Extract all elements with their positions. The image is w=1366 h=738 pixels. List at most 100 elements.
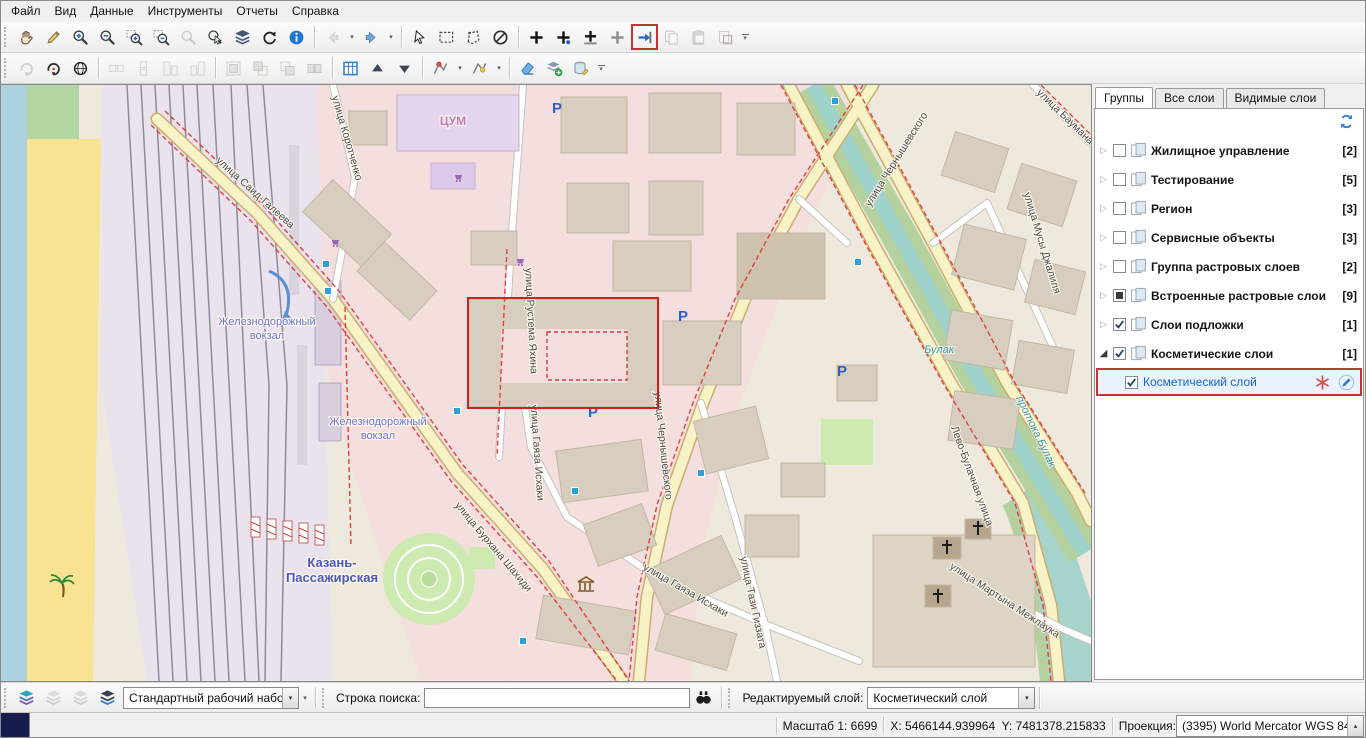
application-window: ФайлВидДанныеИнструментыОтчетыСправка ▾▾… xyxy=(0,0,1366,738)
checkbox-checked[interactable] xyxy=(1125,376,1138,389)
layers-mini-icon xyxy=(1130,345,1147,362)
workset-manage-button[interactable] xyxy=(94,685,121,711)
menu-view[interactable]: Вид xyxy=(48,1,84,21)
history-back-dropdown[interactable]: ▾ xyxy=(346,24,358,50)
cosmetic-style-icon[interactable] xyxy=(1314,374,1331,391)
projection-combo[interactable]: (3395) World Mercator WGS 84 ▴ xyxy=(1176,715,1364,737)
add-point-button[interactable] xyxy=(523,24,550,50)
expand-arrow-icon[interactable]: ▷ xyxy=(1098,319,1109,330)
topology-end-dropdown[interactable]: ▾ xyxy=(493,55,505,81)
menu-file[interactable]: Файл xyxy=(4,1,48,21)
layers-mini-icon xyxy=(1130,316,1147,333)
zoom-window-in-button[interactable] xyxy=(121,24,148,50)
tab-all-layers[interactable]: Все слои xyxy=(1155,88,1224,109)
workset-combo[interactable]: Стандартный рабочий набор ▾ xyxy=(123,687,299,709)
expand-arrow-icon[interactable]: ▷ xyxy=(1098,174,1109,185)
grid-icon xyxy=(342,60,359,77)
checkbox-unchecked[interactable] xyxy=(1113,144,1126,157)
expand-arrow-icon[interactable]: ▷ xyxy=(1098,232,1109,243)
chevron-up-icon[interactable]: ▴ xyxy=(1347,716,1363,736)
checkbox-unchecked[interactable] xyxy=(1113,173,1126,186)
insert-node-button[interactable] xyxy=(631,24,658,50)
map-viewport[interactable]: улица КоротченкоЦУМулица Саид-Галееваули… xyxy=(0,84,1092,682)
move-object-up-button[interactable] xyxy=(364,55,391,81)
checkbox-unchecked[interactable] xyxy=(1113,231,1126,244)
layer-group-basemaps[interactable]: ▷Слои подложки[1] xyxy=(1095,310,1363,339)
history-forward-dropdown[interactable]: ▾ xyxy=(385,24,397,50)
measure-button[interactable] xyxy=(40,24,67,50)
color-swatch[interactable] xyxy=(0,713,30,738)
search-input[interactable] xyxy=(424,688,690,708)
expand-arrow-icon[interactable]: ▷ xyxy=(1098,203,1109,214)
create-layer-button[interactable] xyxy=(541,55,568,81)
edit-geodata-button[interactable] xyxy=(568,55,595,81)
clear-selection-icon xyxy=(492,29,509,46)
refresh-layers-button[interactable] xyxy=(1337,112,1356,134)
zoom-in-button[interactable] xyxy=(67,24,94,50)
layer-group-cosmetic-group[interactable]: ◢Косметические слои[1] xyxy=(1095,339,1363,368)
rotate-left-button[interactable] xyxy=(40,55,67,81)
select-rectangle-button[interactable] xyxy=(433,24,460,50)
paste-icon xyxy=(690,29,707,46)
erase-object-button[interactable] xyxy=(514,55,541,81)
checkbox-checked[interactable] xyxy=(1113,318,1126,331)
arrow-back-icon xyxy=(324,29,341,46)
rotate-object-button xyxy=(13,55,40,81)
layer-group-region[interactable]: ▷Регион[3] xyxy=(1095,194,1363,223)
layer-item-cosmetic-layer[interactable]: Косметический слой xyxy=(1096,368,1362,396)
layer-group-builtin-rasters[interactable]: ▷Встроенные растровые слои[9] xyxy=(1095,281,1363,310)
clear-selection-button[interactable] xyxy=(487,24,514,50)
expand-arrow-icon[interactable]: ▷ xyxy=(1098,290,1109,301)
toolbar-overflow[interactable]: ▾ xyxy=(595,65,607,72)
topology-start-button[interactable] xyxy=(427,55,454,81)
layers-visibility-button[interactable] xyxy=(229,24,256,50)
checkbox-checked[interactable] xyxy=(1113,347,1126,360)
select-tool-button[interactable] xyxy=(406,24,433,50)
layer-group-icon xyxy=(1130,229,1147,246)
menu-data[interactable]: Данные xyxy=(83,1,140,21)
menu-reports[interactable]: Отчеты xyxy=(229,1,284,21)
scale-object-button[interactable] xyxy=(67,55,94,81)
checkbox-partial[interactable] xyxy=(1113,289,1126,302)
attributes-table-button[interactable] xyxy=(337,55,364,81)
refresh-map-button[interactable] xyxy=(256,24,283,50)
map-info-button[interactable] xyxy=(283,24,310,50)
chevron-down-icon[interactable]: ▾ xyxy=(1018,688,1034,708)
expand-arrow-icon[interactable]: ▷ xyxy=(1098,261,1109,272)
split-objects-button xyxy=(301,55,328,81)
workset-dropdown[interactable]: ▾ xyxy=(299,685,311,711)
chevron-down-icon[interactable]: ▾ xyxy=(282,688,298,708)
editable-layer-combo[interactable]: Косметический слой ▾ xyxy=(867,687,1035,709)
collapse-arrow-icon[interactable]: ◢ xyxy=(1098,348,1109,359)
topology-start-dropdown[interactable]: ▾ xyxy=(454,55,466,81)
topology-end-button[interactable] xyxy=(466,55,493,81)
zoom-window-out-button[interactable] xyxy=(148,24,175,50)
layer-group-housing[interactable]: ▷Жилищное управление[2] xyxy=(1095,136,1363,165)
layer-group-raster-group[interactable]: ▷Группа растровых слоев[2] xyxy=(1095,252,1363,281)
add-point-by-coords-button[interactable] xyxy=(550,24,577,50)
edit-layer-icon[interactable] xyxy=(1338,374,1355,391)
search-button[interactable] xyxy=(690,685,717,711)
binoculars-icon xyxy=(695,689,712,706)
menu-help[interactable]: Справка xyxy=(285,1,346,21)
workset-layers-button[interactable] xyxy=(13,685,40,711)
history-forward-button[interactable] xyxy=(358,24,385,50)
zoom-to-selection-button[interactable] xyxy=(202,24,229,50)
checkbox-unchecked[interactable] xyxy=(1113,260,1126,273)
zoom-out-button[interactable] xyxy=(94,24,121,50)
pan-button[interactable] xyxy=(13,24,40,50)
tab-visible-layers[interactable]: Видимые слои xyxy=(1226,88,1326,109)
tab-groups[interactable]: Группы xyxy=(1095,87,1153,108)
layer-count: [1] xyxy=(1342,318,1360,332)
layers-mini-icon xyxy=(1130,258,1147,275)
move-object-down-button[interactable] xyxy=(391,55,418,81)
select-polygon-button[interactable] xyxy=(460,24,487,50)
checkbox-unchecked[interactable] xyxy=(1113,202,1126,215)
toolbar-overflow[interactable]: ▾ xyxy=(739,34,751,41)
add-point-on-line-button[interactable] xyxy=(577,24,604,50)
split-contour-button xyxy=(184,55,211,81)
layer-group-testing[interactable]: ▷Тестирование[5] xyxy=(1095,165,1363,194)
expand-arrow-icon[interactable]: ▷ xyxy=(1098,145,1109,156)
layer-group-service-objects[interactable]: ▷Сервисные объекты[3] xyxy=(1095,223,1363,252)
menu-tools[interactable]: Инструменты xyxy=(141,1,230,21)
